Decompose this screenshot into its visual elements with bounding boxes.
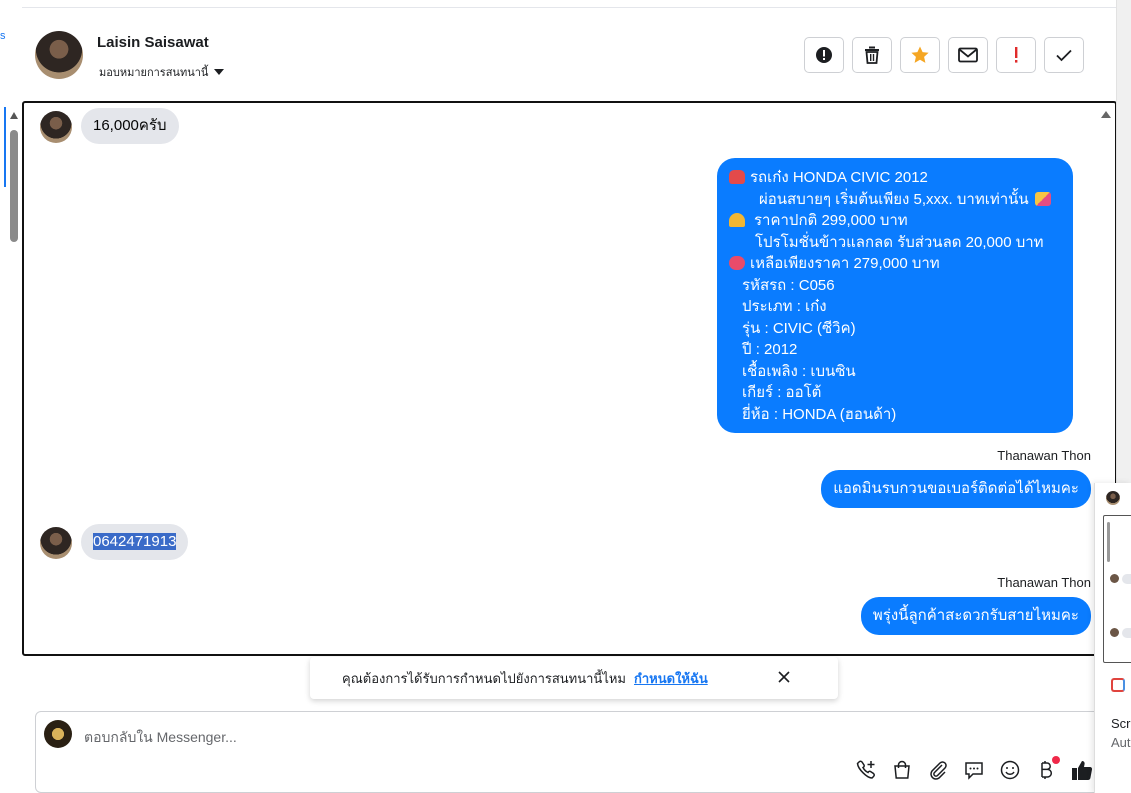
side-panel-avatar <box>1106 491 1120 505</box>
mini-avatar <box>1110 628 1119 637</box>
listing-line-code: รหัสรถ : C056 <box>742 276 835 294</box>
contact-name[interactable]: Laisin Saisawat <box>97 34 209 51</box>
message-incoming[interactable]: 16,000ครับ <box>81 108 179 144</box>
assign-conversation-label: มอบหมายการสนทนานี้ <box>99 67 209 79</box>
star-button[interactable] <box>900 37 940 73</box>
sender-name: Thanawan Thon <box>997 448 1091 463</box>
car-emoji-icon <box>729 170 745 184</box>
shopping-bag-icon <box>894 760 910 779</box>
header-actions <box>804 37 1084 73</box>
listing-line-fuel: เชื้อเพลิง : เบนซิน <box>742 362 856 380</box>
side-panel-preview[interactable]: Scre Aut <box>1094 483 1131 793</box>
listing-line-final-price: เหลือเพียงราคา 279,000 บาท <box>750 255 940 272</box>
mini-avatar <box>1110 574 1119 583</box>
side-panel-subtitle: Aut <box>1111 735 1131 750</box>
ribbon-emoji-icon <box>729 256 745 270</box>
party-emoji-icon <box>1034 191 1051 206</box>
paperclip-icon <box>930 761 947 780</box>
delete-button[interactable] <box>852 37 892 73</box>
side-panel-title: Scre <box>1111 716 1131 731</box>
message-text-selected: 0642471913 <box>93 533 177 550</box>
phone-add-icon <box>856 760 875 779</box>
listing-line-brand: ยี่ห้อ : HONDA (ฮอนด้า) <box>742 405 897 423</box>
sender-name: Thanawan Thon <box>997 575 1091 590</box>
exclamation-icon <box>1015 47 1018 63</box>
scrollbar-thumb[interactable] <box>10 130 18 242</box>
assign-to-me-link[interactable]: กำหนดให้ฉัน <box>634 668 708 689</box>
conversation-header: Laisin Saisawat มอบหมายการสนทนานี้ <box>22 8 1116 101</box>
left-panel-selection-bar <box>4 107 6 187</box>
listing-line-gear: เกียร์ : ออโต้ <box>742 384 822 401</box>
message-text: แอดมินรบกวนขอเบอร์ติดต่อได้ไหมคะ <box>833 480 1079 497</box>
composer-tools <box>854 756 1094 782</box>
reply-composer <box>35 711 1105 793</box>
email-button[interactable] <box>948 37 988 73</box>
spam-report-button[interactable] <box>804 37 844 73</box>
message-text: พรุ่งนี้ลูกค้าสะดวกรับสายไหมคะ <box>872 607 1079 624</box>
message-text: 16,000ครับ <box>93 117 167 134</box>
check-icon <box>1056 49 1072 62</box>
message-outgoing[interactable]: พรุ่งนี้ลูกค้าสะดวกรับสายไหมคะ <box>860 597 1091 635</box>
contact-avatar-small <box>40 527 72 559</box>
message-outgoing-listing[interactable]: รถเก๋ง HONDA CIVIC 2012 ผ่อนสบายๆ เริ่มต… <box>717 158 1073 433</box>
assign-conversation-dropdown[interactable]: มอบหมายการสนทนานี้ <box>99 63 225 81</box>
assign-notice-text: คุณต้องการได้รับการกำหนดไปยังการสนทนานี้… <box>342 670 626 686</box>
emoji-button[interactable] <box>998 758 1022 782</box>
assign-notice: คุณต้องการได้รับการกำหนดไปยังการสนทนานี้… <box>310 657 838 699</box>
caret-down-icon <box>214 69 225 75</box>
message-incoming[interactable]: 0642471913 <box>81 524 189 560</box>
smiley-icon <box>1000 760 1020 780</box>
thumbs-up-icon <box>1072 761 1093 780</box>
trash-icon <box>865 46 879 64</box>
inbox-scrollbar[interactable] <box>9 112 19 792</box>
close-icon[interactable] <box>776 669 792 685</box>
phone-add-button[interactable] <box>854 758 878 782</box>
exclamation-circle-icon <box>816 47 832 63</box>
app-logo-icon <box>1111 678 1125 692</box>
conversation-thread[interactable]: 16,000ครับ รถเก๋ง HONDA CIVIC 2012 ผ่อนส… <box>22 101 1117 656</box>
listing-line-installment: ผ่อนสบายๆ เริ่มต้นเพียง 5,xxx. บาทเท่านั… <box>759 190 1029 208</box>
side-panel-thread-preview <box>1103 515 1131 663</box>
contact-avatar-small <box>40 111 72 143</box>
attach-button[interactable] <box>926 758 950 782</box>
contact-avatar[interactable] <box>35 31 83 79</box>
thread-scroll-up-icon[interactable] <box>1101 111 1111 118</box>
page-avatar <box>44 720 72 748</box>
notification-dot <box>1052 756 1060 764</box>
message-outgoing[interactable]: แอดมินรบกวนขอเบอร์ติดต่อได้ไหมคะ <box>821 470 1091 508</box>
listing-line-year: ปี : 2012 <box>742 341 798 358</box>
side-panel-scroll-thumb <box>1107 522 1110 562</box>
left-panel-partial-label: s <box>0 30 6 42</box>
payment-button[interactable] <box>1034 756 1060 782</box>
envelope-icon <box>958 47 978 63</box>
listing-line-model: รุ่น : CIVIC (ซีวิค) <box>742 319 856 337</box>
listing-line-promo: โปรโมชั่นข้าวแลกลด รับส่วนลด 20,000 บาท <box>755 233 1044 251</box>
bell-emoji-icon <box>729 213 745 227</box>
baht-icon <box>1041 761 1053 779</box>
mini-message <box>1122 628 1131 638</box>
mini-message <box>1122 574 1131 584</box>
star-icon <box>911 46 929 63</box>
shop-button[interactable] <box>890 758 914 782</box>
reply-input[interactable] <box>84 726 884 748</box>
listing-line-price: ราคาปกติ 299,000 บาท <box>754 212 908 229</box>
mark-important-button[interactable] <box>996 37 1036 73</box>
listing-line-title: รถเก๋ง HONDA CIVIC 2012 <box>750 169 928 186</box>
scroll-up-arrow-icon[interactable] <box>10 112 18 119</box>
saved-replies-button[interactable] <box>962 758 986 782</box>
like-button[interactable] <box>1070 758 1094 782</box>
chat-bubble-icon <box>965 762 983 780</box>
mark-done-button[interactable] <box>1044 37 1084 73</box>
listing-line-type: ประเภท : เก๋ง <box>742 298 827 315</box>
